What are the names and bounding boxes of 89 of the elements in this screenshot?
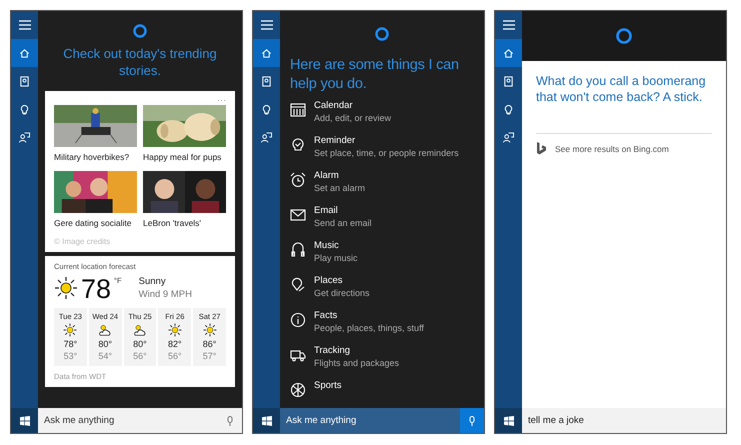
high-temperature: 78° — [64, 339, 78, 349]
notebook-icon — [19, 76, 30, 86]
high-temperature: 80° — [133, 339, 147, 349]
microphone-icon — [469, 416, 475, 426]
cortana-ring-icon — [615, 27, 633, 45]
start-button[interactable] — [253, 408, 280, 433]
facts-icon — [290, 312, 306, 328]
notebook-icon — [503, 76, 514, 86]
cloud-sun-icon — [98, 323, 112, 337]
search-field[interactable]: Ask me anything — [38, 408, 218, 433]
image-credits: © Image credits — [54, 237, 112, 246]
music-icon — [290, 242, 306, 258]
skill-description: Set an alarm — [314, 183, 366, 193]
home-icon — [503, 48, 514, 58]
start-button[interactable] — [495, 408, 522, 433]
heading: Here are some things I can help you do. — [290, 56, 460, 94]
microphone-icon — [227, 416, 233, 426]
low-temperature: 56° — [168, 351, 182, 361]
notebook-icon — [261, 76, 272, 86]
skill-title: Alarm — [314, 170, 340, 181]
calendar-icon — [290, 102, 306, 118]
heading: Check out today's trending stories. — [62, 45, 218, 79]
bing-link[interactable]: See more results on Bing.com — [536, 142, 712, 155]
skill-title: Tracking — [314, 345, 352, 356]
email-icon — [290, 207, 306, 223]
places-icon — [290, 277, 306, 293]
cloud-sun-icon — [132, 323, 147, 337]
temperature: 78 — [81, 276, 112, 302]
menu-icon — [18, 20, 30, 30]
skill-description: Add, edit, or review — [314, 113, 392, 123]
home-icon — [19, 48, 30, 58]
feedback-icon — [19, 132, 30, 142]
skill-description: Set place, time, or people reminders — [314, 148, 459, 158]
low-temperature: 57° — [202, 351, 216, 361]
home-tab[interactable] — [253, 39, 280, 67]
skill-title: Music — [314, 240, 340, 251]
reminder-icon — [290, 137, 306, 153]
low-temperature: 53° — [64, 351, 78, 361]
wind-speed: Wind 9 MPH — [138, 289, 192, 300]
low-temperature: 56° — [133, 351, 147, 361]
high-temperature: 80° — [98, 339, 112, 349]
feedback-icon — [261, 132, 272, 142]
search-field[interactable]: tell me a joke — [522, 408, 726, 433]
menu-icon — [260, 20, 272, 30]
sports-icon — [290, 382, 306, 398]
skill-title: Calendar — [314, 100, 354, 111]
more-button[interactable]: ··· — [217, 95, 226, 105]
condition: Sunny — [138, 276, 167, 287]
bing-logo-icon — [536, 142, 546, 155]
skill-title: Facts — [314, 310, 338, 321]
home-icon — [261, 48, 272, 58]
skill-description: People, places, things, stuff — [314, 323, 424, 333]
story-link[interactable]: LeBron 'travels' — [143, 218, 226, 228]
sun-icon — [63, 323, 78, 337]
alarm-icon — [290, 172, 306, 188]
skill-description: Flights and packages — [314, 358, 400, 368]
sun-icon — [54, 276, 78, 300]
story-link[interactable]: Gere dating socialite — [54, 218, 137, 228]
feedback-icon — [503, 132, 514, 142]
low-temperature: 54° — [98, 351, 112, 361]
skill-description: Send an email — [314, 218, 372, 228]
cortana-ring-icon — [374, 26, 390, 42]
high-temperature: 82° — [168, 339, 182, 349]
sun-icon — [202, 323, 217, 337]
home-tab[interactable] — [495, 39, 522, 67]
answer-text: What do you call a boomerang that won't come back? A stick. — [536, 73, 707, 105]
skill-title: Places — [314, 275, 344, 286]
search-field[interactable]: Ask me anything — [280, 408, 460, 433]
sun-icon — [168, 323, 182, 337]
story-link[interactable]: Military hoverbikes? — [54, 152, 137, 162]
windows-logo-icon — [20, 416, 30, 426]
lightbulb-icon — [19, 104, 30, 114]
menu-icon — [502, 20, 514, 30]
skill-title: Reminder — [314, 135, 356, 146]
skill-title: Email — [314, 205, 339, 216]
home-tab[interactable] — [11, 39, 38, 67]
skill-description: Get directions — [314, 288, 370, 298]
windows-logo-icon — [262, 416, 272, 426]
high-temperature: 86° — [202, 339, 216, 349]
skill-description: Play music — [314, 253, 358, 263]
microphone-button[interactable] — [460, 408, 484, 433]
windows-logo-icon — [504, 416, 514, 426]
cortana-ring-icon — [132, 23, 148, 39]
start-button[interactable] — [11, 408, 38, 433]
story-link[interactable]: Happy meal for pups — [143, 152, 226, 162]
microphone-button[interactable] — [218, 408, 242, 433]
lightbulb-icon — [503, 104, 514, 114]
skill-title: Sports — [314, 380, 342, 391]
lightbulb-icon — [261, 104, 272, 114]
